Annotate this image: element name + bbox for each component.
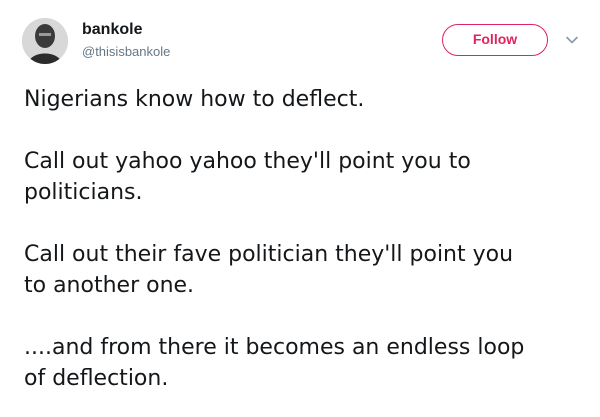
tweet-line: Call out yahoo yahoo they'll point you t… [24, 149, 471, 174]
follow-button[interactable]: Follow [442, 24, 548, 56]
author-display-name[interactable]: bankole [82, 20, 142, 40]
author-handle[interactable]: @thisisbankole [82, 44, 170, 60]
tweet-line: Call out their fave politician they'll p… [24, 242, 514, 267]
tweet-paragraph: Call out yahoo yahoo they'll point you t… [24, 146, 584, 208]
tweet-line: ....and from there it becomes an endless… [24, 335, 525, 360]
avatar[interactable] [22, 18, 68, 64]
avatar-photo-icon [22, 18, 68, 64]
tweet-line: to another one. [24, 273, 195, 298]
tweet-paragraph: Nigerians know how to deflect. [24, 84, 584, 115]
chevron-down-icon[interactable] [564, 32, 580, 48]
tweet-line: politicians. [24, 180, 143, 205]
tweet-paragraph: ....and from there it becomes an endless… [24, 332, 584, 394]
tweet-line: of deflection. [24, 366, 169, 391]
tweet-card: bankole @thisisbankole Follow Nigerians … [0, 0, 600, 417]
tweet-text: Nigerians know how to deflect. Call out … [24, 84, 584, 394]
tweet-paragraph: Call out their fave politician they'll p… [24, 239, 584, 301]
tweet-line: Nigerians know how to deflect. [24, 87, 365, 112]
